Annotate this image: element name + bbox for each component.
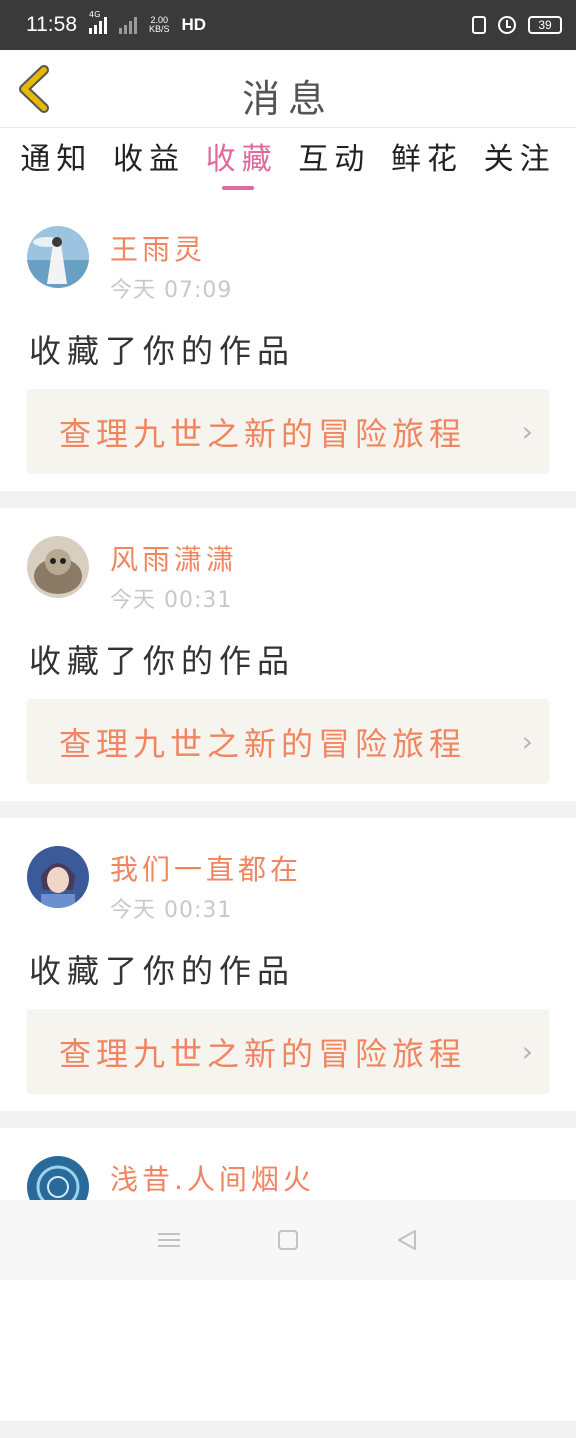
- tab-follows[interactable]: 关注: [484, 134, 556, 192]
- signal-sim2-icon: [119, 16, 137, 34]
- user-name[interactable]: 我们一直都在: [110, 848, 302, 888]
- work-link[interactable]: 查理九世之新的冒险旅程 ›: [27, 389, 549, 474]
- message-card: 风雨潇潇 今天 00:31 收藏了你的作品 查理九世之新的冒险旅程 ›: [0, 508, 576, 801]
- work-title: 查理九世之新的冒险旅程: [59, 724, 467, 763]
- home-button[interactable]: [268, 1220, 308, 1260]
- message-card: 王雨灵 今天 07:09 收藏了你的作品 查理九世之新的冒险旅程 ›: [0, 198, 576, 491]
- chevron-right-icon: ›: [521, 725, 533, 758]
- work-title: 查理九世之新的冒险旅程: [59, 414, 467, 453]
- network-speed: 2.00 KB/S: [149, 16, 170, 34]
- chevron-right-icon: ›: [521, 415, 533, 448]
- user-name[interactable]: 浅昔.人间烟火: [110, 1158, 315, 1198]
- message-time: 今天 00:31: [110, 898, 233, 923]
- user-name[interactable]: 王雨灵: [110, 228, 206, 268]
- tab-favorites[interactable]: 收藏: [206, 134, 278, 192]
- nav-back-icon: [397, 1230, 416, 1250]
- alarm-icon: [498, 16, 516, 34]
- avatar[interactable]: [27, 536, 89, 598]
- message-card: 我们一直都在 今天 00:31 收藏了你的作品 查理九世之新的冒险旅程 ›: [0, 818, 576, 1111]
- signal-4g-icon: 4G: [89, 10, 107, 34]
- tab-label: 鲜花: [390, 142, 463, 177]
- avatar[interactable]: [27, 846, 89, 908]
- chevron-right-icon: ›: [521, 1035, 533, 1068]
- action-text: 收藏了你的作品: [29, 952, 296, 990]
- hd-indicator: HD: [181, 15, 207, 34]
- page-title: 消息: [241, 77, 334, 121]
- home-icon: [277, 1230, 298, 1250]
- message-time: 今天 07:09: [110, 278, 233, 303]
- status-bar: 11:58 4G 2.00 KB/S HD 39: [0, 0, 576, 50]
- work-title: 查理九世之新的冒险旅程: [59, 1034, 467, 1073]
- menu-icon[interactable]: [149, 1220, 189, 1260]
- network-type: 4G: [89, 10, 101, 19]
- message-time: 今天 00:31: [110, 588, 233, 613]
- header-bar: 消息: [0, 50, 576, 128]
- action-text: 收藏了你的作品: [29, 642, 296, 680]
- user-name[interactable]: 风雨潇潇: [110, 538, 238, 578]
- tab-label: 关注: [483, 142, 556, 177]
- tab-label: 通知: [20, 142, 93, 177]
- active-tab-indicator: [221, 186, 254, 190]
- avatar[interactable]: [27, 226, 89, 288]
- tab-notifications[interactable]: 通知: [20, 134, 92, 192]
- tab-label: 收益: [112, 142, 185, 177]
- status-time: 11:58: [26, 13, 77, 36]
- action-text: 收藏了你的作品: [29, 332, 296, 370]
- vibrate-icon: [472, 16, 486, 34]
- tab-flowers[interactable]: 鲜花: [391, 134, 463, 192]
- tab-earnings[interactable]: 收益: [113, 134, 185, 192]
- work-link[interactable]: 查理九世之新的冒险旅程 ›: [27, 699, 549, 784]
- tab-interactions[interactable]: 互动: [298, 134, 370, 192]
- status-right: 39: [472, 16, 562, 34]
- tab-label: 收藏: [205, 142, 278, 177]
- battery-icon: 39: [528, 16, 562, 34]
- nav-back-button[interactable]: [387, 1220, 427, 1260]
- status-left: 11:58 4G 2.00 KB/S HD: [26, 10, 207, 37]
- work-link[interactable]: 查理九世之新的冒险旅程 ›: [27, 1009, 549, 1094]
- tab-bar: 通知 收益 收藏 互动 鲜花 关注: [0, 128, 576, 198]
- tab-label: 互动: [298, 142, 371, 177]
- speed-unit: KB/S: [149, 24, 170, 34]
- system-nav-bar: [0, 1200, 576, 1280]
